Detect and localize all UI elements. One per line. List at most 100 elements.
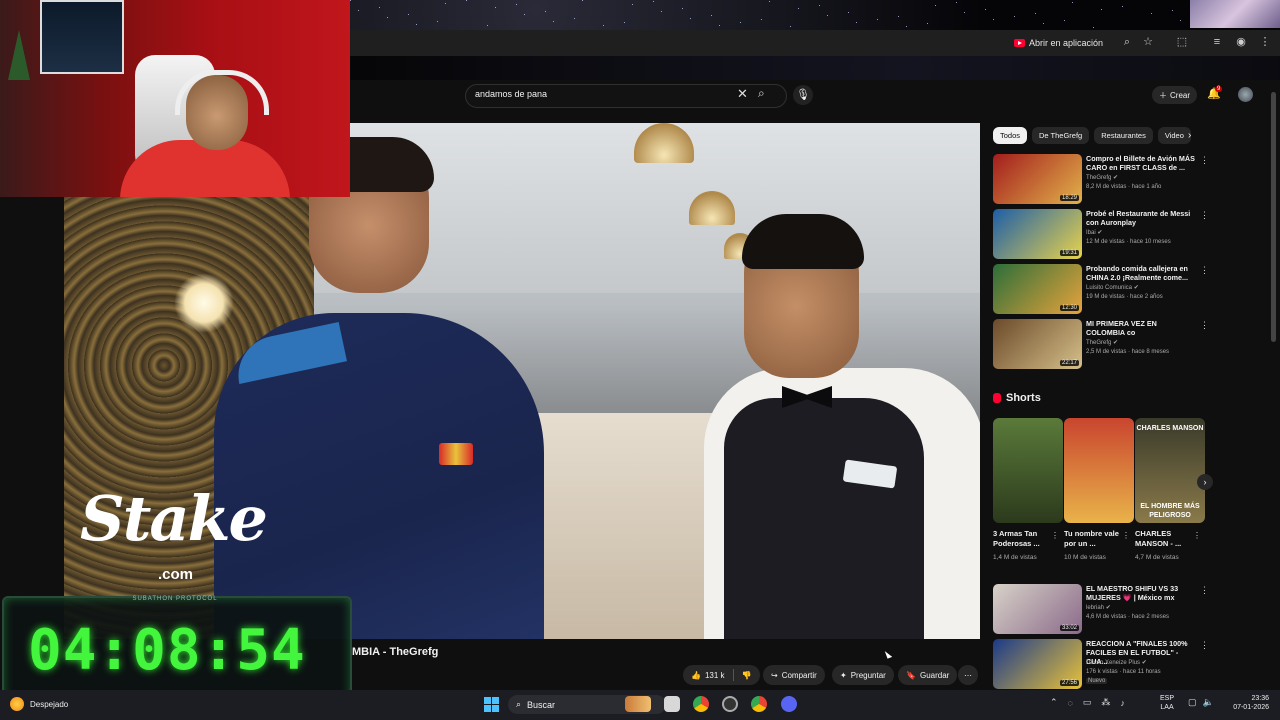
- more-options-icon[interactable]: ⋮: [1200, 585, 1209, 596]
- video-thumbnail[interactable]: 12:30: [993, 264, 1082, 314]
- recommendation-item[interactable]: 19:31 Probé el Restaurante de Messi con A…: [993, 209, 1209, 259]
- video-meta: 2,5 M de vistas · hace 8 meses: [1086, 349, 1170, 355]
- short-title[interactable]: 3 Armas Tan Poderosas ...: [993, 529, 1055, 549]
- star-decoration: [927, 23, 928, 24]
- bookmark-star-icon[interactable]: ☆: [1141, 35, 1155, 49]
- language-indicator[interactable]: ESP LAA: [1160, 694, 1174, 712]
- network-volume-group[interactable]: ▢ 🔈: [1188, 697, 1214, 708]
- video-title[interactable]: Probando comida callejera en CHINA 2.0 ¡…: [1086, 264, 1196, 282]
- channel-name[interactable]: TheGrefg ✔: [1086, 339, 1118, 346]
- recommendation-item[interactable]: 18:29 Compro el Billete de Avión MÁS CARO…: [993, 154, 1209, 204]
- weather-widget[interactable]: Despejado: [10, 697, 68, 711]
- star-decoration: [1035, 13, 1036, 14]
- save-button[interactable]: 🔖 Guardar: [898, 665, 958, 685]
- more-options-icon[interactable]: ⋮: [1122, 531, 1130, 540]
- video-thumbnail[interactable]: 18:29: [993, 154, 1082, 204]
- more-actions-button[interactable]: ⋯: [958, 665, 978, 685]
- christmas-tree: [8, 30, 30, 80]
- open-in-app-button[interactable]: Abrir en aplicación: [1014, 34, 1103, 52]
- video-duration: 18:29: [1059, 195, 1079, 201]
- recommendation-item[interactable]: 22:17 MI PRIMERA VEZ EN COLOMBIA co TheGre…: [993, 319, 1209, 369]
- waiter-figure: [704, 214, 980, 639]
- short-thumbnail[interactable]: CHARLES MANSON EL HOMBRE MÁS PELIGROSO: [1135, 418, 1205, 523]
- star-decoration: [466, 0, 467, 1]
- chevron-right-icon[interactable]: ›: [1197, 474, 1213, 490]
- share-button[interactable]: ↪ Compartir: [763, 665, 825, 685]
- video-thumbnail[interactable]: 22:17: [993, 319, 1082, 369]
- more-options-icon[interactable]: ⋮: [1051, 531, 1059, 540]
- more-options-icon[interactable]: ⋮: [1200, 210, 1209, 221]
- video-thumbnail[interactable]: 27:56: [993, 639, 1082, 689]
- chip-all[interactable]: Todos: [993, 127, 1028, 144]
- tab-thumbnail[interactable]: [1190, 0, 1280, 28]
- obs-icon[interactable]: [722, 696, 738, 712]
- recommendation-item[interactable]: 27:56 REACCION A "FINALES 100% FACILES EN…: [993, 639, 1209, 689]
- short-thumbnail[interactable]: [993, 418, 1063, 523]
- more-options-icon[interactable]: ⋮: [1200, 320, 1209, 331]
- media-icon[interactable]: ≡: [1210, 35, 1224, 49]
- short-title[interactable]: Tu nombre vale por un ...: [1064, 529, 1126, 549]
- chip-from-thegrefg[interactable]: De TheGrefg: [1032, 127, 1090, 144]
- short-overlay-top: CHARLES MANSON: [1136, 425, 1204, 432]
- star-decoration: [740, 22, 741, 23]
- thumbs-down-icon[interactable]: 👎: [742, 671, 752, 680]
- tray-app-icon[interactable]: ◌: [1068, 698, 1073, 708]
- more-options-icon[interactable]: ⋮: [1200, 265, 1209, 276]
- video-title[interactable]: Probé el Restaurante de Messi con Auronp…: [1086, 209, 1196, 227]
- clock[interactable]: 23:36 07-01-2026: [1225, 694, 1269, 712]
- ask-button[interactable]: ✦ Preguntar: [832, 665, 894, 685]
- short-title[interactable]: CHARLES MANSON - ...: [1135, 529, 1197, 549]
- video-title[interactable]: EL MAESTRO SHIFU VS 33 MUJERES 💗 | Méxic…: [1086, 584, 1196, 602]
- verified-icon: ✔: [1105, 605, 1111, 611]
- video-player[interactable]: [64, 123, 980, 639]
- create-button[interactable]: ＋ Crear: [1152, 86, 1198, 104]
- avatar[interactable]: [1238, 87, 1253, 102]
- clear-search-icon[interactable]: ✕: [737, 86, 748, 102]
- search-highlight-icon[interactable]: [625, 696, 651, 712]
- more-options-icon[interactable]: ⋮: [1193, 531, 1201, 540]
- waiter-vest: [724, 398, 924, 639]
- search-icon[interactable]: ⌕: [758, 86, 778, 104]
- video-thumbnail[interactable]: 19:31: [993, 209, 1082, 259]
- mic-tray-icon[interactable]: ♪: [1120, 698, 1125, 708]
- more-options-icon[interactable]: ⋮: [1200, 640, 1209, 651]
- more-options-icon[interactable]: ⋮: [1200, 155, 1209, 166]
- chip-restaurants[interactable]: Restaurantes: [1094, 127, 1153, 144]
- star-decoration: [1093, 27, 1094, 28]
- chevron-right-icon[interactable]: ›: [1188, 130, 1191, 141]
- channel-label: Ibai: [1086, 230, 1096, 236]
- windows-start-icon[interactable]: [484, 697, 499, 712]
- channel-name[interactable]: lebriah ✔: [1086, 604, 1111, 611]
- channel-name[interactable]: Luisito Comunica ✔: [1086, 284, 1139, 291]
- video-meta: 4,6 M de vistas · hace 2 meses: [1086, 614, 1170, 620]
- star-decoration: [848, 12, 849, 13]
- profile-icon[interactable]: ◉: [1234, 35, 1248, 49]
- extensions-icon[interactable]: ⬚: [1175, 35, 1189, 49]
- channel-name[interactable]: TheGrefg ✔: [1086, 174, 1118, 181]
- scrollbar[interactable]: [1271, 92, 1276, 342]
- video-thumbnail[interactable]: 33:02: [993, 584, 1082, 634]
- share-label: Compartir: [781, 670, 817, 680]
- short-thumbnail[interactable]: [1064, 418, 1134, 523]
- chevron-up-icon[interactable]: ⌃: [1050, 697, 1058, 708]
- like-button[interactable]: 👍 131 k 👎: [683, 665, 760, 685]
- discord-icon[interactable]: [781, 696, 797, 712]
- star-decoration: [582, 0, 583, 1]
- video-title[interactable]: Compro el Billete de Avión MÁS CARO en F…: [1086, 154, 1196, 172]
- channel-name[interactable]: Ibai ✔: [1086, 229, 1102, 236]
- channel-name[interactable]: Davoo Xeneize Plus ✔: [1086, 659, 1147, 666]
- menu-icon[interactable]: ⋮: [1258, 35, 1272, 49]
- microphone-icon[interactable]: 🎙: [793, 85, 813, 105]
- video-duration: 33:02: [1059, 625, 1079, 631]
- chip-video[interactable]: Video: [1157, 127, 1191, 144]
- search-query[interactable]: andamos de pana: [475, 89, 547, 99]
- recommendation-item[interactable]: 33:02 EL MAESTRO SHIFU VS 33 MUJERES 💗 | …: [993, 584, 1209, 634]
- chrome-active-icon[interactable]: [751, 696, 767, 712]
- recommendation-item[interactable]: 12:30 Probando comida callejera en CHINA …: [993, 264, 1209, 314]
- bluetooth-icon[interactable]: ⁂: [1101, 697, 1110, 708]
- video-title[interactable]: MI PRIMERA VEZ EN COLOMBIA co: [1086, 319, 1196, 337]
- chrome-icon[interactable]: [693, 696, 709, 712]
- task-view-icon[interactable]: [664, 696, 680, 712]
- zoom-icon[interactable]: ⌕: [1120, 35, 1134, 49]
- tray-window-icon[interactable]: ▭: [1083, 697, 1092, 708]
